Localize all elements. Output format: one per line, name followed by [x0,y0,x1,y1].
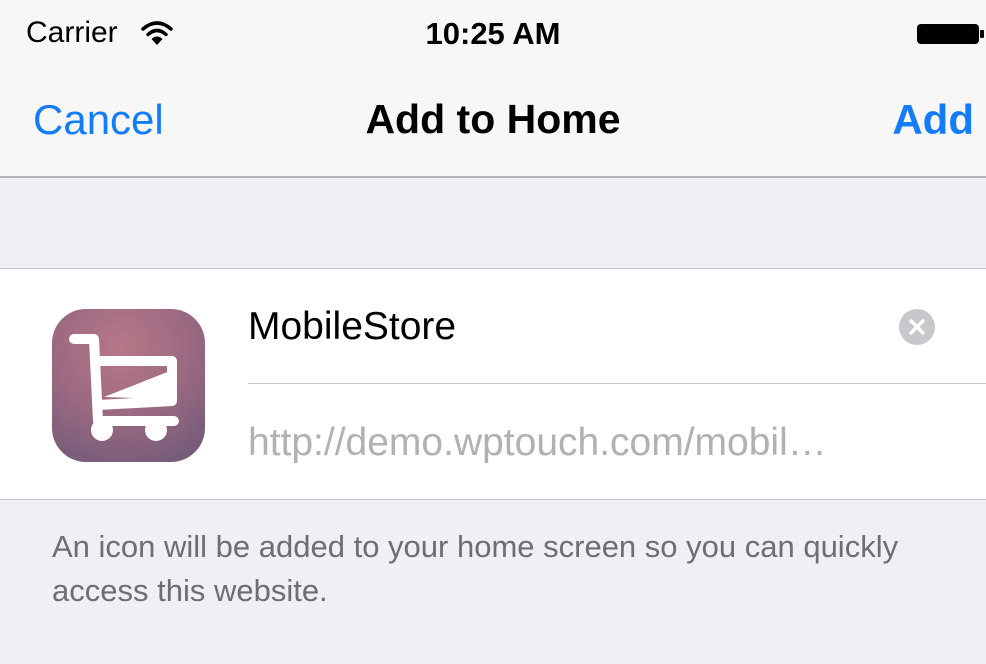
navigation-bar: Cancel Add to Home Add [0,70,986,178]
row-divider [248,383,986,384]
footer-note: An icon will be added to your home scree… [52,529,899,608]
shopping-cart-icon [52,309,205,462]
add-to-home-form: http://demo.wptouch.com/mobil… [0,268,986,500]
page-title: Add to Home [365,96,621,142]
app-name-field[interactable] [248,303,868,351]
clear-icon[interactable] [899,309,935,345]
site-url: http://demo.wptouch.com/mobil… [248,421,827,464]
battery-icon [916,23,986,45]
status-time: 10:25 AM [425,16,561,51]
add-button[interactable]: Add [892,96,974,144]
status-bar: Carrier 10:25 AM [0,0,986,70]
